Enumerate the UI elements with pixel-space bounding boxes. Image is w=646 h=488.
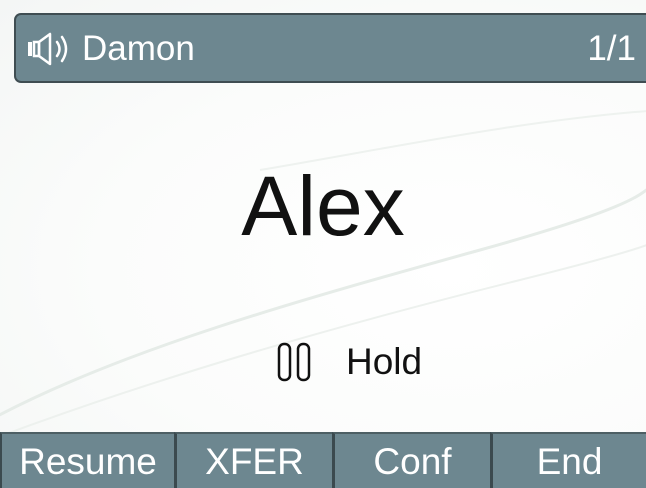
line-count: 1/1: [587, 29, 636, 68]
call-header: Damon 1/1: [14, 13, 646, 83]
speaker-icon: [28, 32, 68, 66]
xfer-softkey[interactable]: XFER: [174, 432, 332, 488]
conf-softkey[interactable]: Conf: [332, 432, 490, 488]
phone-screen: Damon 1/1 Alex Hold Resume XFER Conf End: [0, 0, 646, 488]
resume-softkey[interactable]: Resume: [0, 432, 174, 488]
callee-name: Alex: [241, 159, 405, 253]
hold-label: Hold: [346, 341, 423, 382]
softkey-bar: Resume XFER Conf End: [0, 432, 646, 488]
pause-icon: [277, 342, 311, 382]
end-softkey[interactable]: End: [490, 432, 646, 488]
caller-name: Damon: [82, 29, 195, 68]
